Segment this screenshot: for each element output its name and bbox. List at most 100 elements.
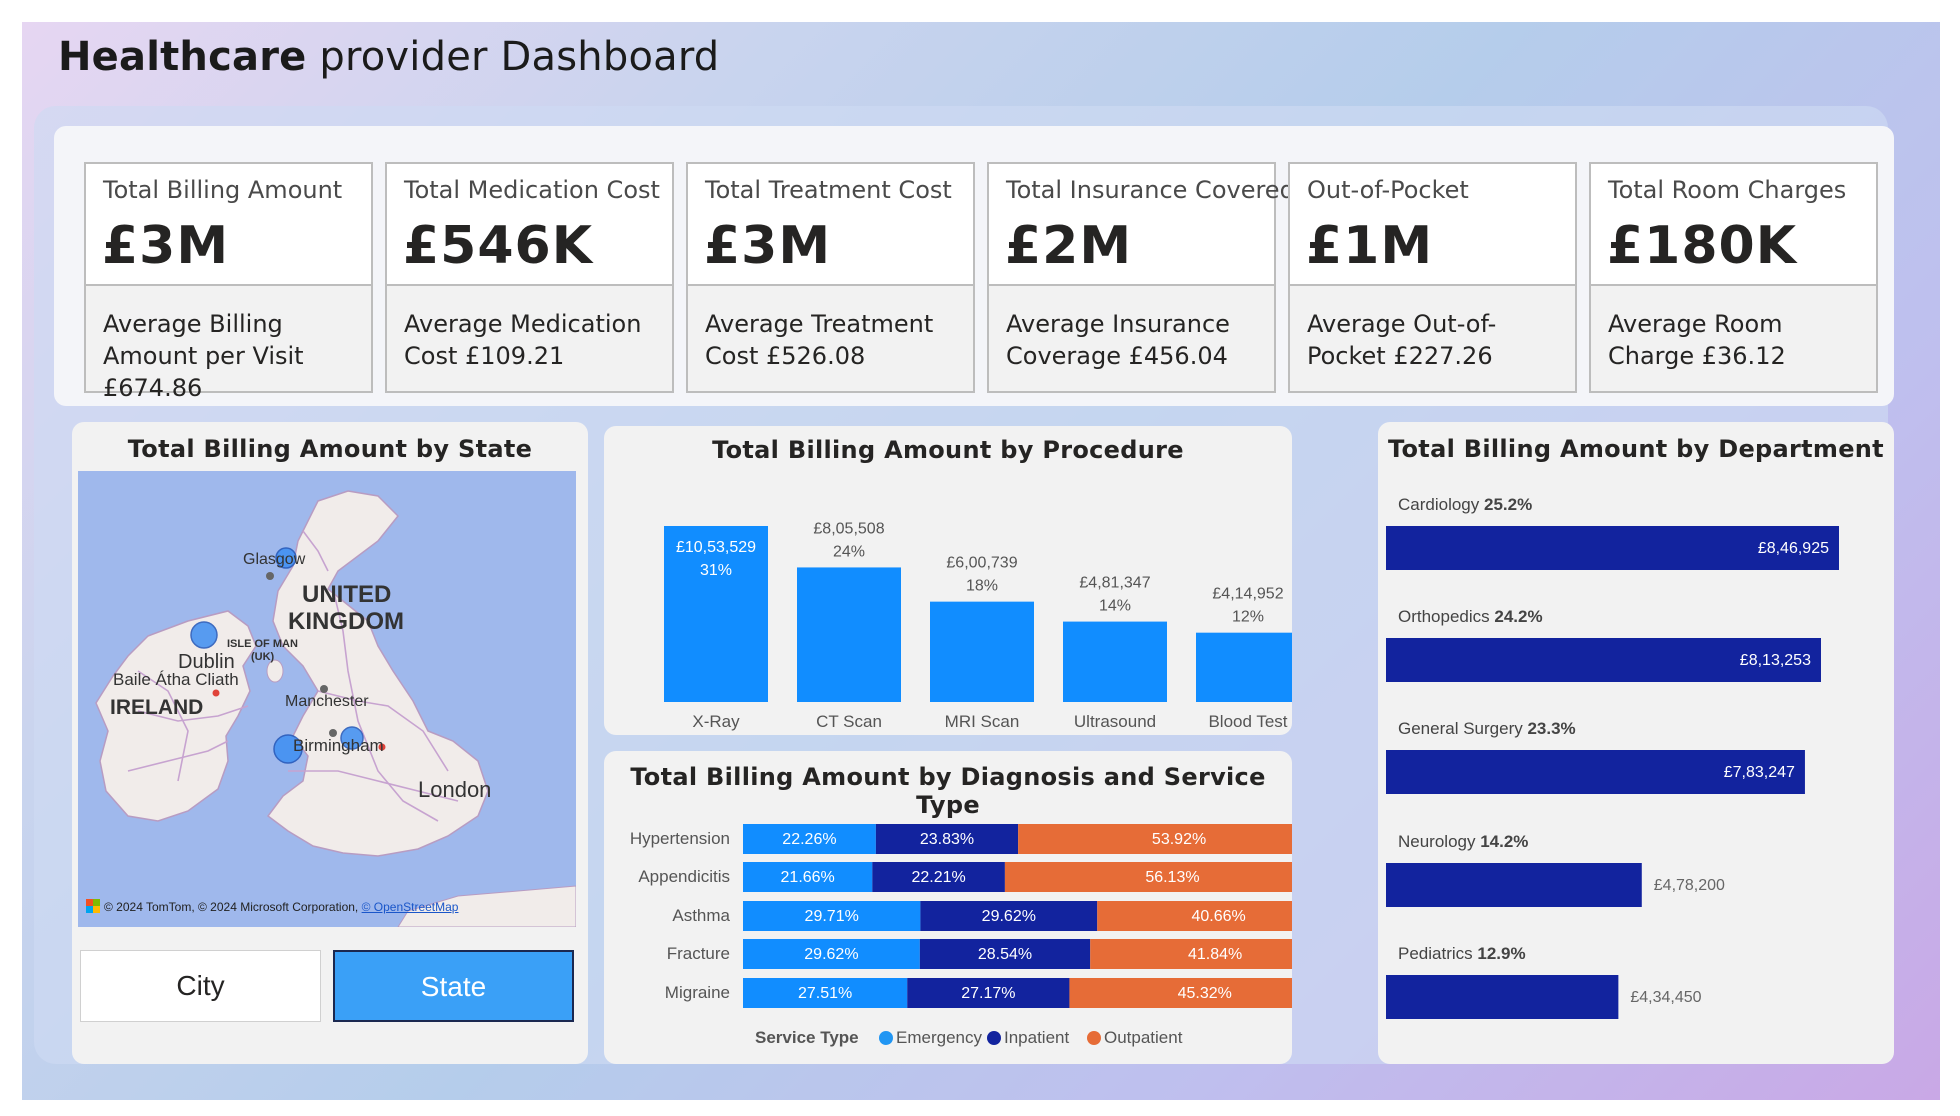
department-value-label: £8,46,925 <box>1758 540 1829 557</box>
page-title-bold: Healthcare <box>58 34 307 80</box>
procedure-percent-label: 14% <box>1099 598 1131 615</box>
diagnosis-segment-label: 40.66% <box>1191 908 1245 925</box>
procedure-value-label: £6,00,739 <box>946 555 1017 572</box>
kpi-value: £180K <box>1607 216 1798 276</box>
kpi-value: £546K <box>403 216 594 276</box>
diagnosis-segment-label: 45.32% <box>1178 985 1232 1002</box>
procedure-bar <box>1063 621 1167 702</box>
kpi-value: £3M <box>102 216 230 276</box>
glasgow-dot <box>266 572 274 580</box>
diagnosis-segment-label: 21.66% <box>781 869 835 886</box>
map-label-birmingham: Birmingham <box>293 736 384 755</box>
procedure-percent-label: 24% <box>833 543 865 560</box>
microsoft-logo-icon <box>86 899 100 913</box>
kpi-card-header: Out-of-Pocket £1M <box>1290 164 1575 286</box>
department-percent: 25.2% <box>1484 495 1532 514</box>
department-chart-panel: Total Billing Amount by Department Cardi… <box>1378 422 1894 1064</box>
procedure-percent-label: 12% <box>1232 609 1264 626</box>
legend-title: Service Type <box>755 1028 859 1047</box>
diagnosis-segment-label: 22.21% <box>911 869 965 886</box>
diagnosis-segment-label: 28.54% <box>978 946 1032 963</box>
diagnosis-segment-label: 27.17% <box>961 985 1015 1002</box>
kpi-card-room-charges: Total Room Charges £180K Average Room Ch… <box>1589 162 1878 393</box>
diagnosis-segment-label: 29.71% <box>805 908 859 925</box>
kpi-card-header: Total Insurance Covered £2M <box>989 164 1295 286</box>
map-label-london: London <box>418 777 491 802</box>
procedure-category-label: Ultrasound <box>1074 712 1156 731</box>
diagnosis-category-label: Asthma <box>672 906 730 925</box>
map-label-isle-of-man-uk: (UK) <box>251 651 275 663</box>
kpi-card-header: Total Billing Amount £3M <box>86 164 371 286</box>
kpi-subtext: Average Out-of-Pocket £227.26 <box>1307 310 1497 370</box>
state-button[interactable]: State <box>333 950 574 1022</box>
procedure-category-label: MRI Scan <box>945 712 1020 731</box>
diagnosis-chart-panel: Total Billing Amount by Diagnosis and Se… <box>604 751 1292 1064</box>
map-label-manchester: Manchester <box>285 693 369 710</box>
procedure-value-label: £8,05,508 <box>813 520 884 537</box>
department-bar <box>1386 863 1642 907</box>
kpi-card-header: Total Treatment Cost £3M <box>688 164 973 286</box>
department-name: General Surgery <box>1398 719 1527 738</box>
department-percent: 24.2% <box>1494 607 1542 626</box>
procedure-chart-panel: Total Billing Amount by Procedure £10,53… <box>604 426 1292 735</box>
kpi-card-out-of-pocket: Out-of-Pocket £1M Average Out-of-Pocket … <box>1288 162 1577 393</box>
department-value-label: £4,34,450 <box>1630 989 1701 1006</box>
department-label: Pediatrics 12.9% <box>1398 944 1526 963</box>
department-label: Neurology 14.2% <box>1398 832 1528 851</box>
kpi-label: Total Insurance Covered <box>1006 176 1295 204</box>
kpi-value: £2M <box>1005 216 1133 276</box>
kpi-subtext: Average Medication Cost £109.21 <box>404 310 642 370</box>
diagnosis-segment-label: 41.84% <box>1188 946 1242 963</box>
department-label: General Surgery 23.3% <box>1398 719 1576 738</box>
page-title-rest: provider Dashboard <box>306 34 720 80</box>
diagnosis-segment-label: 53.92% <box>1152 831 1206 848</box>
map-label-kingdom: KINGDOM <box>288 608 404 635</box>
department-bar <box>1386 975 1619 1019</box>
data-bubble-northern-ireland[interactable] <box>190 621 218 649</box>
legend-marker-emergency <box>879 1031 893 1045</box>
map-label-united: UNITED <box>302 581 391 608</box>
diagnosis-segment-label: 29.62% <box>804 946 858 963</box>
dublin-dot <box>212 689 220 697</box>
kpi-subtext: Average Insurance Coverage £456.04 <box>1006 310 1230 370</box>
procedure-bar <box>930 601 1034 702</box>
legend-label-outpatient: Outpatient <box>1104 1028 1183 1047</box>
department-name: Pediatrics <box>1398 944 1477 963</box>
department-bar-chart: Cardiology 25.2% £8,46,925 Orthopedics 24.… <box>1386 495 1839 1019</box>
diagnosis-segment-label: 22.26% <box>782 831 836 848</box>
kpi-label: Total Room Charges <box>1608 176 1847 204</box>
procedure-bar <box>1196 632 1292 702</box>
kpi-label: Total Medication Cost <box>404 176 660 204</box>
kpi-card-insurance-covered: Total Insurance Covered £2M Average Insu… <box>987 162 1295 393</box>
map-credit-text: © 2024 TomTom, © 2024 Microsoft Corporat… <box>104 900 359 914</box>
map-attribution: © 2024 TomTom, © 2024 Microsoft Corporat… <box>86 899 458 914</box>
diagnosis-category-label: Migraine <box>665 983 730 1002</box>
procedure-percent-label: 31% <box>700 562 732 579</box>
kpi-value: £3M <box>704 216 832 276</box>
map-label-glasgow: Glasgow <box>243 551 306 568</box>
diagnosis-stacked-bar-chart: Hypertension 22.26% 23.83% 53.92% Appendicit… <box>630 824 1292 1047</box>
diagnosis-segment-label: 23.83% <box>920 831 974 848</box>
diagnosis-category-label: Fracture <box>667 944 730 963</box>
department-name: Orthopedics <box>1398 607 1494 626</box>
kpi-subtext: Average Room Charge £36.12 <box>1608 310 1786 370</box>
kpi-card-medication-cost: Total Medication Cost £546K Average Medi… <box>385 162 674 393</box>
department-value-label: £8,13,253 <box>1740 652 1811 669</box>
billing-map[interactable]: Glasgow UNITED KINGDOM ISLE OF MAN (UK) … <box>78 471 576 927</box>
openstreetmap-link[interactable]: © OpenStreetMap <box>362 900 459 914</box>
procedure-category-label: Blood Test <box>1208 712 1287 731</box>
diagnosis-segment-label: 29.62% <box>982 908 1036 925</box>
procedure-value-label: £4,14,952 <box>1212 586 1283 603</box>
kpi-card-header: Total Room Charges £180K <box>1591 164 1876 286</box>
kpi-card-total-billing: Total Billing Amount £3M Average Billing… <box>84 162 373 402</box>
city-button[interactable]: City <box>80 950 321 1022</box>
map-label-baile-atha-cliath: Baile Átha Cliath <box>113 670 239 689</box>
procedure-category-label: CT Scan <box>816 712 882 731</box>
diagnosis-segment-label: 56.13% <box>1145 869 1199 886</box>
procedure-category-label: X-Ray <box>692 712 740 731</box>
department-name: Cardiology <box>1398 495 1484 514</box>
map-label-ireland: IRELAND <box>110 696 203 719</box>
manchester-dot <box>320 685 328 693</box>
diagnosis-category-label: Hypertension <box>630 829 730 848</box>
kpi-subtext: Average Treatment Cost £526.08 <box>705 310 934 370</box>
